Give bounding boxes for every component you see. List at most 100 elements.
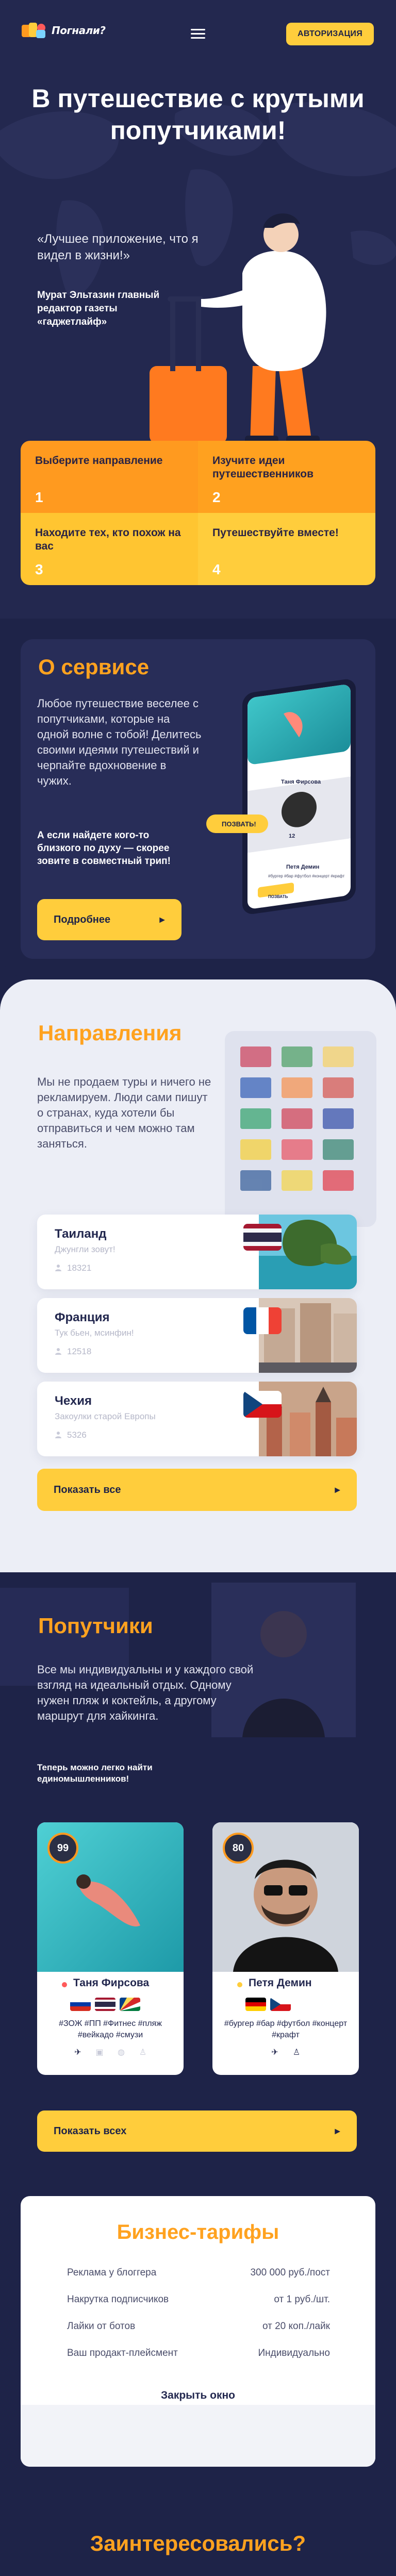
country-card[interactable]: Чехия Закоулки старой Европы 5326 [37, 1382, 357, 1456]
menu-burger-icon[interactable] [191, 29, 205, 39]
hero-section: Погнали? АВТОРИЗАЦИЯ В путешествие с кру… [0, 0, 396, 619]
phone-card1-name: Таня Фирсова [281, 779, 321, 785]
arrow-right-icon: ▶ [159, 915, 165, 924]
arrow-right-icon: ▶ [335, 1485, 340, 1494]
companions-call-text: Теперь можно легко найти единомышленнико… [37, 1763, 153, 1784]
more-button-label: Подробнее [54, 913, 111, 925]
country-subtitle: Тук бьен, мсинфин! [55, 1328, 134, 1338]
thailand-flag-icon [95, 1998, 116, 2011]
tariff-label: Реклама у блоггера [67, 2267, 157, 2278]
tariff-label: Ваш продакт-плейсмент [67, 2348, 178, 2358]
match-score-badge: 99 [47, 1833, 78, 1864]
tariff-label: Накрутка подписчиков [67, 2294, 169, 2305]
tariff-row: Реклама у блоггера 300 000 руб./пост [67, 2267, 330, 2279]
flags-grid-illustration [225, 1031, 376, 1227]
transport-icons: ✈ ▣ ◍ ♙ [47, 2047, 173, 2058]
companions-text: Все мы индивидуальны и у каждого свой вз… [37, 1663, 254, 1722]
more-button[interactable]: Подробнее ▶ [37, 899, 182, 940]
country-count: 5326 [67, 1430, 87, 1440]
about-text: Любое путешествие веселее с попутчиками,… [37, 697, 202, 787]
country-subtitle: Закоулки старой Европы [55, 1411, 156, 1421]
plane-icon: ✈ [74, 2048, 81, 2057]
person-flags [70, 1998, 140, 2011]
phone-mockup: Таня Фирсова ПОЗВАТЬ! 12 Петя Демин #бур… [206, 655, 371, 943]
country-card[interactable]: Франция Тук бьен, мсинфин! 12518 [37, 1298, 357, 1373]
directions-title: Направления [38, 1021, 182, 1045]
tariff-price: от 1 руб./шт. [274, 2294, 330, 2305]
about-title: О сервисе [38, 655, 150, 679]
auth-button[interactable]: АВТОРИЗАЦИЯ [286, 23, 374, 45]
country-name: Таиланд [55, 1227, 107, 1241]
step-label: Находите тех, кто похож на вас [35, 527, 181, 552]
bus-icon: ▣ [95, 2048, 104, 2057]
show-all-directions-button[interactable]: Показать все ▶ [37, 1469, 357, 1511]
step-label: Выберите направление [35, 455, 163, 467]
step-number: 3 [35, 561, 43, 577]
directions-text: Мы не продаем туры и ничего не рекламиру… [37, 1075, 211, 1150]
person-flags [245, 1998, 291, 2011]
person-card[interactable]: 99 Таня Фирсова #ЗОЖ #ПП #Фитнес #пляж #… [37, 1822, 184, 2075]
country-card[interactable]: Таиланд Джунгли зовут! 18321 [37, 1215, 357, 1289]
match-score-badge: 80 [223, 1833, 254, 1864]
walk-icon: ♙ [139, 2048, 147, 2057]
person-tags: #ЗОЖ #ПП #Фитнес #пляж #вейкадо #смузи [59, 2019, 162, 2039]
hero-title: В путешествие с крутыми попутчиками! [31, 84, 365, 145]
person-card[interactable]: 80 Петя Демин #бургер #бар #футбол #конц… [212, 1822, 359, 2075]
country-count: 18321 [67, 1263, 92, 1273]
invite-badge: ПОЗВАТЬ! [206, 815, 268, 833]
tariffs-footer [21, 2405, 375, 2467]
person-tags: #бургер #бар #футбол #концерт #крафт [224, 2019, 348, 2039]
phone-illustration: Таня Фирсова ПОЗВАТЬ! 12 Петя Демин #бур… [206, 679, 356, 914]
person-name: Таня Фирсова [73, 1977, 150, 1989]
user-icon [55, 1348, 61, 1355]
country-name: Чехия [55, 1394, 92, 1408]
status-dot [237, 1982, 242, 1987]
steps-grid: Выберите направление 1 Изучите идеи путе… [21, 441, 375, 585]
page: Погнали? АВТОРИЗАЦИЯ В путешествие с кру… [0, 0, 396, 2576]
tariffs-modal: Бизнес-тарифы Реклама у блоггера 300 000… [21, 2196, 375, 2467]
step-label: Путешествуйте вместе! [212, 527, 339, 539]
user-icon [55, 1432, 61, 1438]
step-card: Путешествуйте вместе! 4 [198, 513, 375, 585]
interested-heading: Заинтересовались? [90, 2531, 306, 2555]
czech-flag-icon [243, 1391, 282, 1418]
country-name: Франция [55, 1310, 110, 1324]
tariff-price: Индивидуально [258, 2348, 330, 2358]
close-window-button[interactable]: Закрыть окно [0, 2389, 396, 2402]
tariff-row: Лайки от ботов от 20 коп./лайк [67, 2321, 330, 2332]
step-number: 4 [212, 561, 221, 577]
thailand-flag-icon [243, 1224, 282, 1251]
show-all-companions-button[interactable]: Показать всех ▶ [37, 2110, 357, 2152]
phone-card2-tags: #бургер #бар #футбол #концерт #крафт [268, 874, 345, 878]
status-dot [62, 1982, 67, 1987]
about-call-text: А если найдете кого-то близкого по духу … [37, 830, 171, 867]
czech-flag-icon [270, 1998, 291, 2011]
walk-icon: ♙ [292, 2048, 301, 2057]
tariff-row: Накрутка подписчиков от 1 руб./шт. [67, 2294, 330, 2305]
step-number: 1 [35, 489, 43, 505]
step-card: Изучите идеи путешественников 2 [198, 441, 375, 513]
tariff-price: от 20 коп./лайк [262, 2321, 330, 2332]
user-icon [55, 1265, 61, 1271]
tariff-row: Ваш продакт-плейсмент Индивидуально [67, 2348, 330, 2359]
logo-mark-icon [22, 23, 45, 38]
phone-card2-button: ПОЗВАТЬ [268, 894, 288, 899]
germany-flag-icon [245, 1998, 266, 2011]
tariff-price: 300 000 руб./пост [250, 2267, 330, 2278]
country-count: 12518 [67, 1347, 92, 1356]
step-number: 2 [212, 489, 221, 505]
seychelles-flag-icon [120, 1998, 140, 2011]
country-subtitle: Джунгли зовут! [55, 1244, 116, 1254]
companions-title: Попутчики [38, 1614, 153, 1638]
phone-card2-name: Петя Демин [286, 864, 319, 870]
arrow-right-icon: ▶ [335, 2126, 340, 2135]
show-all-companions-label: Показать всех [54, 2125, 127, 2137]
logo[interactable]: Погнали? [21, 21, 106, 40]
step-label: Изучите идеи путешественников [212, 455, 314, 480]
plane-icon: ✈ [271, 2048, 278, 2057]
phone-like-count: 12 [289, 833, 295, 839]
tariffs-title: Бизнес-тарифы [117, 2221, 279, 2243]
russia-flag-icon [70, 1998, 91, 2011]
bike-icon: ◍ [118, 2048, 125, 2057]
france-flag-icon [243, 1307, 282, 1334]
